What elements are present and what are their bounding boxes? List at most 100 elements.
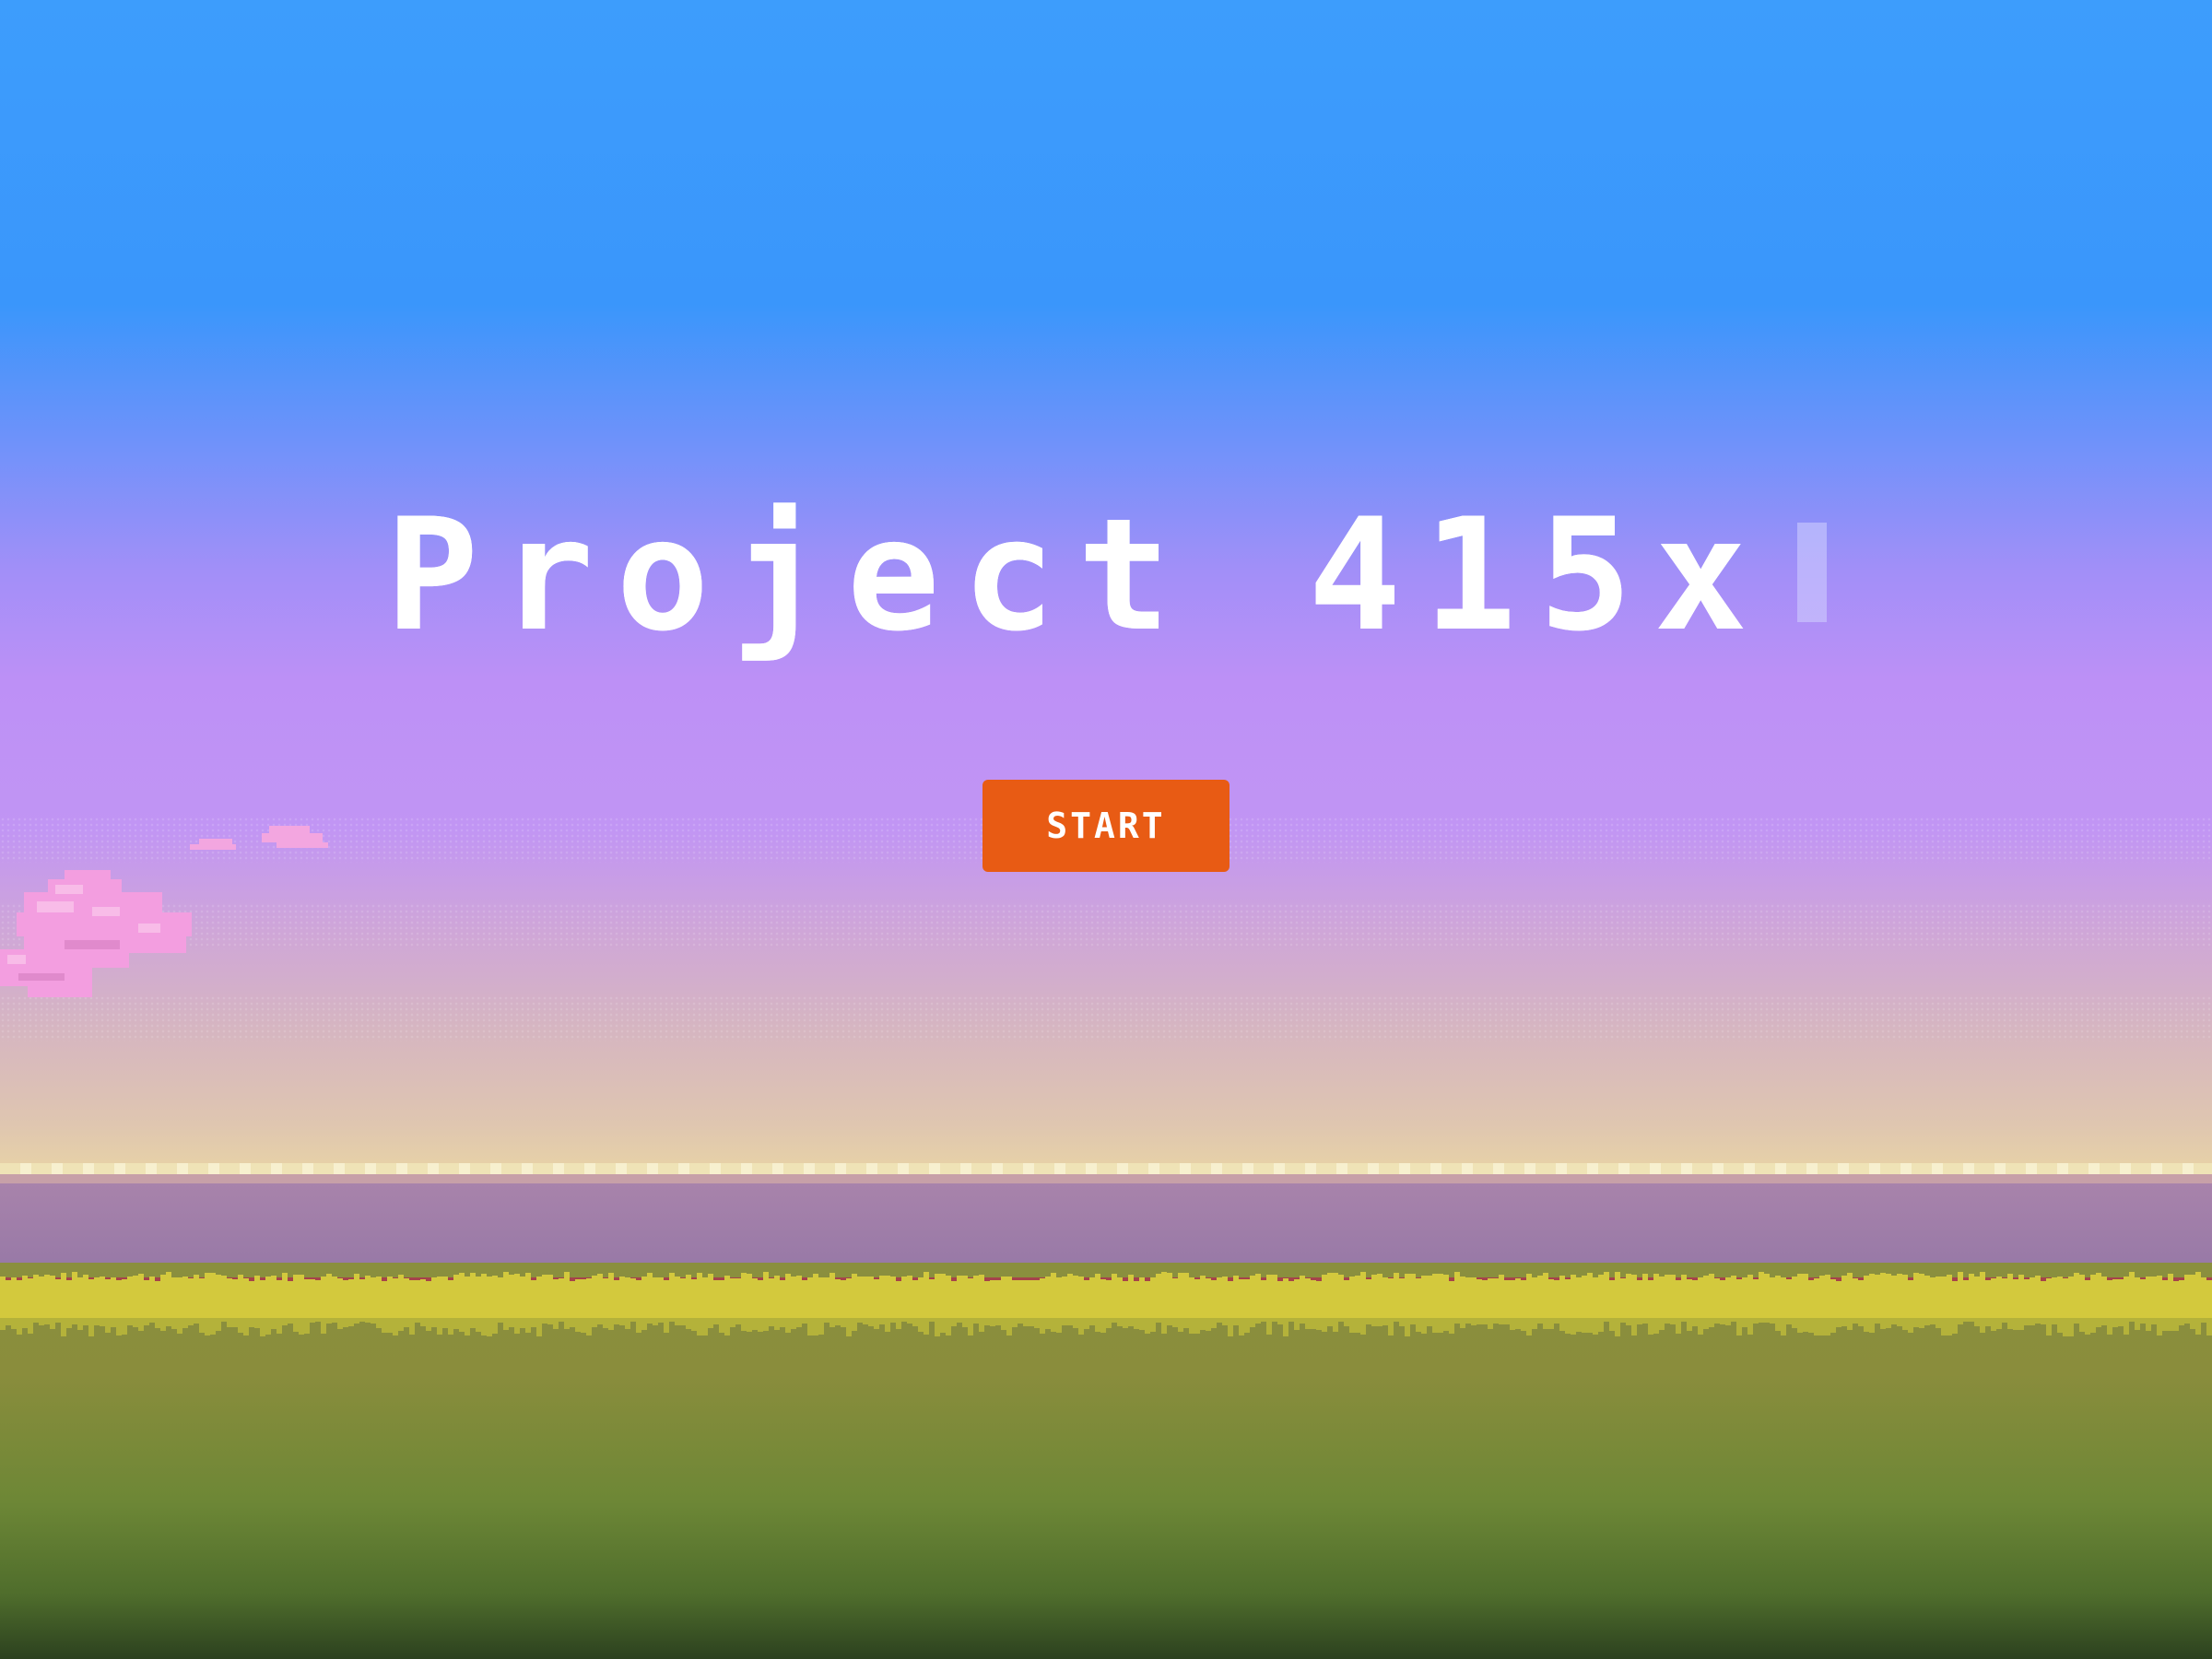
grass-blade — [1006, 1318, 1012, 1335]
grass-blade — [487, 1318, 492, 1336]
grass-tuft — [608, 1273, 614, 1283]
grass-tuft — [354, 1274, 359, 1283]
grass-tuft — [17, 1280, 22, 1283]
grass-blade — [387, 1318, 393, 1333]
grass-blade — [852, 1318, 857, 1331]
grass-blade — [747, 1318, 752, 1332]
grass-blade — [2085, 1318, 2090, 1335]
grass-blade — [1858, 1318, 1864, 1326]
grass-blade — [243, 1318, 249, 1335]
grass-blade — [691, 1318, 697, 1331]
grass-tuft — [1781, 1277, 1786, 1283]
grass-blade — [1001, 1318, 1006, 1330]
grass-tuft — [835, 1279, 841, 1283]
grass-blade — [2162, 1318, 2168, 1331]
grass-tuft — [1233, 1276, 1239, 1283]
grass-tuft — [188, 1278, 194, 1283]
grass-tuft — [1676, 1280, 1681, 1283]
grass-blade — [293, 1318, 299, 1332]
grass-tuft — [1471, 1277, 1477, 1283]
grass-blade — [758, 1318, 763, 1332]
grass-blade — [1377, 1318, 1382, 1326]
grass-tuft — [1405, 1274, 1410, 1283]
grass-blade — [1012, 1318, 1018, 1327]
grass-blade — [995, 1318, 1001, 1325]
grass-blade — [1670, 1318, 1676, 1324]
grass-tuft — [1465, 1277, 1471, 1283]
grass-tuft — [1637, 1280, 1642, 1283]
grass-blade — [1371, 1318, 1377, 1326]
grass-tuft — [77, 1277, 83, 1283]
grass-tuft — [559, 1278, 564, 1283]
start-button[interactable]: START — [982, 780, 1230, 872]
grass-blade — [597, 1318, 603, 1324]
grass-blade — [559, 1318, 564, 1322]
grass-blade — [564, 1318, 570, 1329]
grass-blade — [11, 1318, 17, 1329]
grass-tuft — [581, 1279, 586, 1283]
grass-tuft — [321, 1277, 326, 1283]
grass-tuft — [702, 1277, 708, 1283]
grass-blade — [1078, 1318, 1084, 1335]
grass-tuft — [453, 1275, 459, 1283]
grass-blade — [1709, 1318, 1714, 1327]
grass-tuft — [1653, 1274, 1659, 1283]
grass-blade — [404, 1318, 409, 1327]
grass-tuft — [1382, 1277, 1388, 1283]
grass-tuft — [1504, 1280, 1510, 1283]
grass-tuft — [1974, 1277, 1980, 1283]
grass-tuft — [28, 1278, 33, 1283]
grass-tuft — [630, 1278, 636, 1283]
grass-blade — [1056, 1318, 1062, 1333]
grass-tuft — [1371, 1275, 1377, 1283]
grass-tuft — [686, 1275, 691, 1283]
grass-tuft — [830, 1273, 835, 1283]
grass-blade — [531, 1318, 536, 1327]
grass-blade — [1051, 1318, 1056, 1332]
grass-blade — [1438, 1318, 1443, 1333]
grass-tuft — [1913, 1273, 1919, 1283]
grass-blade — [1482, 1318, 1488, 1324]
grass-blade — [2201, 1318, 2206, 1323]
grass-tuft — [332, 1277, 337, 1283]
grass-blade — [935, 1318, 940, 1336]
grass-blade — [1443, 1318, 1449, 1331]
grass-blade — [1206, 1318, 1211, 1331]
grass-blade — [365, 1318, 371, 1323]
grass-blade — [907, 1318, 912, 1324]
grass-blade — [188, 1318, 194, 1325]
title-area: Project 415x — [0, 498, 2212, 653]
grass-tuft — [619, 1277, 625, 1283]
grass-blade — [166, 1318, 171, 1326]
grass-tuft — [1200, 1276, 1206, 1283]
grass-blade — [774, 1318, 780, 1330]
grass-blade — [1112, 1318, 1117, 1323]
grass-tuft — [1349, 1277, 1355, 1283]
grass-tuft — [796, 1276, 802, 1283]
grass-blade — [393, 1318, 398, 1335]
grass-tuft — [2195, 1272, 2201, 1283]
grass-blade — [2041, 1318, 2046, 1324]
grass-tuft — [1018, 1280, 1023, 1283]
grass-tuft — [1720, 1280, 1725, 1283]
grass-blade — [968, 1318, 973, 1335]
grass-tuft — [1869, 1274, 1875, 1283]
grass-blade — [2146, 1318, 2151, 1331]
grass-tuft — [1753, 1279, 1759, 1283]
grass-blade — [1897, 1318, 1902, 1326]
grass-blade — [724, 1318, 730, 1335]
grass-blade — [1222, 1318, 1228, 1325]
grass-blade — [1150, 1318, 1156, 1332]
grass-tuft — [420, 1279, 426, 1283]
grass-blade — [675, 1318, 680, 1325]
grass-tuft — [249, 1281, 254, 1283]
grass-blade — [182, 1318, 188, 1328]
grass-blade — [1736, 1318, 1742, 1335]
grass-blade — [28, 1318, 33, 1334]
grass-blade — [1454, 1318, 1460, 1324]
grass-blade — [669, 1318, 675, 1322]
grass-tuft — [1515, 1278, 1521, 1283]
grass-blade — [476, 1318, 481, 1332]
grass-blade — [1045, 1318, 1051, 1329]
grass-blade — [271, 1318, 276, 1329]
